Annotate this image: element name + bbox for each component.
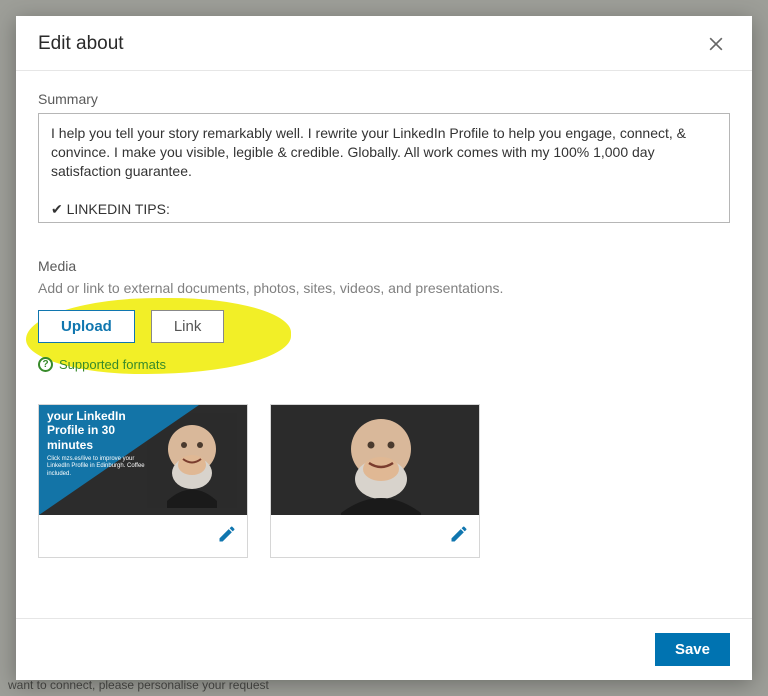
pencil-icon bbox=[217, 524, 237, 544]
media-description: Add or link to external documents, photo… bbox=[38, 280, 730, 296]
supported-formats-link[interactable]: ? Supported formats bbox=[38, 357, 730, 372]
close-button[interactable] bbox=[702, 30, 730, 58]
modal-header: Edit about bbox=[16, 16, 752, 71]
question-icon: ? bbox=[38, 357, 53, 372]
media-card bbox=[270, 404, 480, 558]
edit-media-button[interactable] bbox=[449, 524, 469, 549]
supported-formats-label: Supported formats bbox=[59, 357, 166, 372]
thumb-overlay-text: your LinkedIn Profile in 30 minutes Clic… bbox=[47, 409, 157, 478]
link-button[interactable]: Link bbox=[151, 310, 225, 343]
media-buttons-wrap: Upload Link ? Supported formats bbox=[38, 310, 730, 382]
media-card: your LinkedIn Profile in 30 minutes Clic… bbox=[38, 404, 248, 558]
media-button-row: Upload Link bbox=[38, 310, 730, 343]
close-icon bbox=[706, 34, 726, 54]
upload-button[interactable]: Upload bbox=[38, 310, 135, 343]
media-thumbnails: your LinkedIn Profile in 30 minutes Clic… bbox=[38, 404, 730, 558]
bg-hint-bottom: want to connect, please personalise your… bbox=[8, 678, 269, 692]
summary-textarea[interactable] bbox=[38, 113, 730, 223]
media-thumb[interactable] bbox=[271, 405, 479, 515]
media-thumb[interactable]: your LinkedIn Profile in 30 minutes Clic… bbox=[39, 405, 247, 515]
save-button[interactable]: Save bbox=[655, 633, 730, 666]
modal-footer: Save bbox=[16, 618, 752, 680]
edit-about-modal: Edit about Summary Media Add or link to … bbox=[16, 16, 752, 680]
media-label: Media bbox=[38, 258, 730, 274]
summary-label: Summary bbox=[38, 91, 730, 107]
media-section: Media Add or link to external documents,… bbox=[38, 258, 730, 558]
pencil-icon bbox=[449, 524, 469, 544]
modal-body: Summary Media Add or link to external do… bbox=[16, 71, 752, 618]
edit-media-button[interactable] bbox=[217, 524, 237, 549]
portrait-thumb bbox=[271, 405, 479, 515]
modal-title: Edit about bbox=[38, 33, 124, 55]
